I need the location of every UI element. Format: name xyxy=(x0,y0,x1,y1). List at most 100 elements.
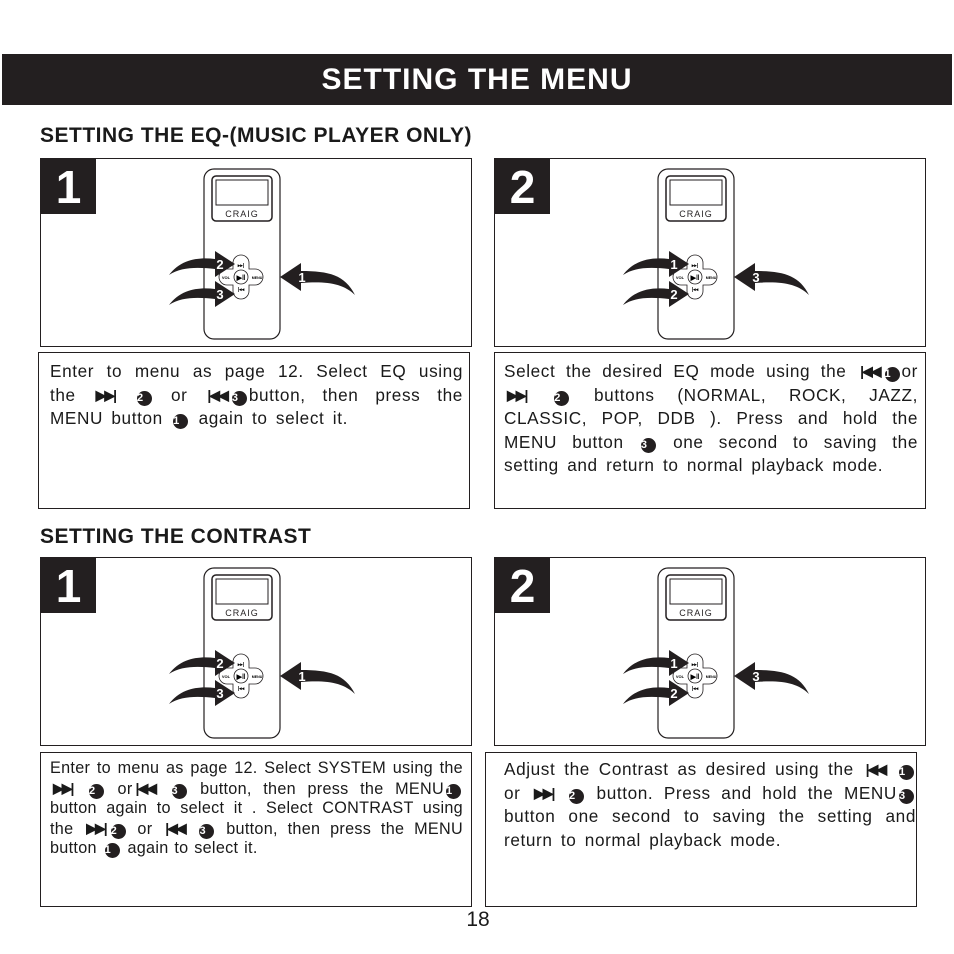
prev-track-icon: |◀◀ xyxy=(135,779,158,796)
instruction-text: Adjust the Contrast as desired using the xyxy=(504,759,854,779)
instruction-text: or xyxy=(117,779,133,798)
device-slot: CRAIG ▶‖ ▸▸| |◂◂ VOL MENU 1 2 3 xyxy=(613,167,813,346)
callout-number: 1 xyxy=(670,656,677,671)
instruction-text: again to select it. xyxy=(127,839,258,857)
instruction-text: button one second to saving the setting … xyxy=(504,806,916,850)
next-track-icon: ▶▶| xyxy=(534,784,556,801)
callout-3-icon: 3 xyxy=(199,823,215,839)
device-slot: CRAIG ▶‖ ▸▸| |◂◂ VOL MENU 2 3 1 xyxy=(159,167,359,346)
prev-button-glyph: |◂◂ xyxy=(238,287,245,293)
step-number: 1 xyxy=(41,558,96,613)
callout-number: 3 xyxy=(216,686,223,701)
callout-3-icon: 3 xyxy=(171,783,187,799)
callout-number: 2 xyxy=(670,287,677,302)
brand-logo: CRAIG xyxy=(225,608,259,618)
callout-3-icon: 3 xyxy=(898,788,914,804)
contrast-step-2-illustration: 2 CRAIG ▶‖ ▸▸| |◂◂ VOL MENU 1 2 3 xyxy=(494,557,926,746)
next-track-icon: ▶▶| xyxy=(507,386,529,403)
callout-number: 1 xyxy=(298,270,305,285)
next-button-glyph: ▸▸| xyxy=(237,662,245,668)
callout-number: 3 xyxy=(752,669,759,684)
next-button-glyph: ▸▸| xyxy=(691,263,699,269)
vol-button-label: VOL xyxy=(222,275,231,280)
eq-step-1-illustration: 1 CRAIG ▶‖ ▸▸| |◂◂ VOL MENU 2 3 1 xyxy=(40,158,472,347)
next-track-icon: ▶▶| xyxy=(86,819,108,836)
instruction-text: or xyxy=(170,384,188,405)
prev-button-glyph: |◂◂ xyxy=(692,686,699,692)
page-title: SETTING THE MENU xyxy=(321,63,633,96)
next-button-glyph: ▸▸| xyxy=(691,662,699,668)
instruction-text: or xyxy=(137,819,153,838)
instruction-text: button. Press and hold the MENU xyxy=(596,782,897,803)
instruction-text: Enter to menu as page 12. Select SYSTEM … xyxy=(50,759,463,777)
next-track-icon: ▶▶| xyxy=(53,779,75,796)
device-illustration: CRAIG ▶‖ ▸▸| |◂◂ VOL MENU 2 3 1 xyxy=(169,567,355,739)
next-track-icon: ▶▶| xyxy=(95,386,118,403)
header-banner: SETTING THE MENU xyxy=(2,54,952,105)
callout-1-icon: 1 xyxy=(445,783,461,799)
section-title-eq: SETTING THE EQ-(MUSIC PLAYER ONLY) xyxy=(40,124,472,147)
callout-number: 1 xyxy=(298,669,305,684)
step-number: 1 xyxy=(41,159,96,214)
arrow-right-callout: 3 xyxy=(734,263,809,295)
menu-button-label: MENU xyxy=(706,276,717,280)
instruction-text: again to select it. xyxy=(198,408,348,428)
contrast-step-1-illustration: 1 CRAIG ▶‖ ▸▸| |◂◂ VOL MENU 2 3 1 xyxy=(40,557,472,746)
callout-number: 2 xyxy=(216,257,223,272)
step-number: 2 xyxy=(495,558,550,613)
callout-1-icon: 1 xyxy=(884,367,900,382)
menu-button-label: MENU xyxy=(252,675,263,679)
callout-1-icon: 1 xyxy=(104,843,120,858)
device-slot: CRAIG ▶‖ ▸▸| |◂◂ VOL MENU 1 2 3 xyxy=(613,566,813,745)
contrast-step-2-instructions: Adjust the Contrast as desired using the… xyxy=(485,752,917,907)
arrow-right-callout: 1 xyxy=(280,662,355,694)
next-button-glyph: ▸▸| xyxy=(237,263,245,269)
svg-text:▶‖: ▶‖ xyxy=(690,275,700,282)
vol-button-label: VOL xyxy=(676,275,685,280)
prev-track-icon: |◀◀ xyxy=(165,819,187,836)
prev-button-glyph: |◂◂ xyxy=(692,287,699,293)
vol-button-label: VOL xyxy=(676,674,685,679)
callout-2-icon: 2 xyxy=(110,823,126,839)
device-illustration: CRAIG ▶‖ ▸▸| |◂◂ VOL MENU 2 3 1 xyxy=(169,168,355,340)
menu-button-label: MENU xyxy=(706,675,717,679)
svg-text:▶‖: ▶‖ xyxy=(236,674,246,681)
instruction-text: button, then press the MENU xyxy=(200,779,444,798)
callout-1-icon: 1 xyxy=(173,414,189,429)
prev-button-glyph: |◂◂ xyxy=(238,686,245,692)
device-illustration: CRAIG ▶‖ ▸▸| |◂◂ VOL MENU 1 2 3 xyxy=(623,168,809,340)
callout-2-icon: 2 xyxy=(89,783,104,799)
lcd-screen xyxy=(669,578,723,605)
device-illustration: CRAIG ▶‖ ▸▸| |◂◂ VOL MENU 1 2 3 xyxy=(623,567,809,739)
brand-logo: CRAIG xyxy=(679,209,713,219)
contrast-step-1-instructions: Enter to menu as page 12. Select SYSTEM … xyxy=(40,752,472,907)
menu-button-label: MENU xyxy=(252,276,263,280)
lcd-screen xyxy=(215,578,269,605)
callout-number: 2 xyxy=(216,656,223,671)
brand-logo: CRAIG xyxy=(679,608,713,618)
callout-3-icon: 3 xyxy=(640,437,656,453)
callout-number: 2 xyxy=(670,686,677,701)
step-number: 2 xyxy=(495,159,550,214)
eq-step-2-illustration: 2 CRAIG ▶‖ ▸▸| |◂◂ VOL MENU 1 2 3 xyxy=(494,158,926,347)
prev-track-icon: |◀◀ xyxy=(865,761,888,777)
instruction-text: Select the desired EQ mode using the xyxy=(504,361,847,381)
vol-button-label: VOL xyxy=(222,674,231,679)
instruction-text: or xyxy=(901,361,918,381)
prev-track-icon: |◀◀ xyxy=(860,363,882,379)
callout-3-icon: 3 xyxy=(231,390,247,406)
instruction-text: or xyxy=(504,782,521,803)
lcd-screen xyxy=(669,179,723,206)
device-slot: CRAIG ▶‖ ▸▸| |◂◂ VOL MENU 2 3 1 xyxy=(159,566,359,745)
callout-1-icon: 1 xyxy=(898,765,914,780)
brand-logo: CRAIG xyxy=(225,209,259,219)
page-number: 18 xyxy=(466,908,490,931)
eq-step-2-instructions: Select the desired EQ mode using the |◀◀… xyxy=(494,352,926,509)
lcd-screen xyxy=(215,179,269,206)
eq-step-1-instructions: Enter to menu as page 12. Select EQ usin… xyxy=(38,352,470,509)
arrow-right-callout: 1 xyxy=(280,263,355,295)
prev-track-icon: |◀◀ xyxy=(207,386,229,403)
callout-2-icon: 2 xyxy=(137,390,153,406)
svg-text:▶‖: ▶‖ xyxy=(236,275,246,282)
callout-2-icon: 2 xyxy=(554,390,570,406)
